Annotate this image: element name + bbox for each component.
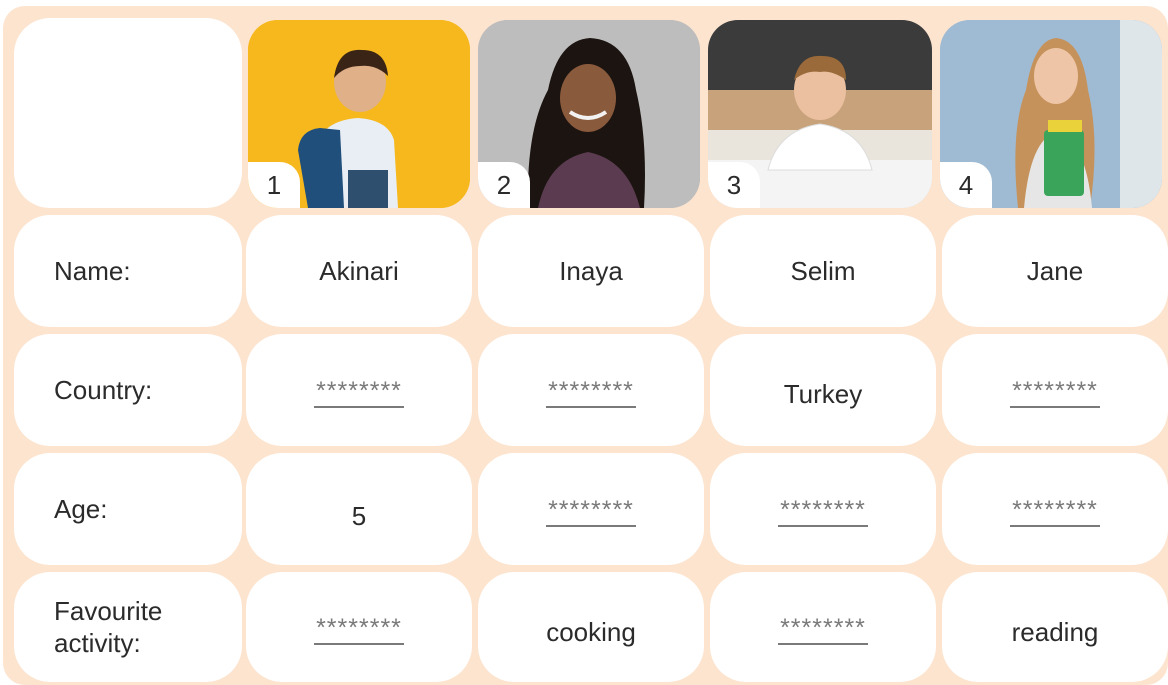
activity-cell-1[interactable]: ********: [246, 572, 472, 682]
row-label-age: Age:: [14, 453, 242, 565]
name-value-2: Inaya: [559, 255, 623, 286]
name-value-1: Akinari: [319, 255, 399, 286]
country-blank-4[interactable]: ********: [1010, 378, 1100, 409]
row-label-activity-text: Favourite activity:: [54, 595, 163, 659]
age-cell-1: 5: [246, 453, 472, 565]
name-cell-1: Akinari: [246, 215, 472, 327]
photo-card-1: 1: [248, 20, 470, 208]
name-cell-2: Inaya: [478, 215, 704, 327]
activity-value-4: reading: [1011, 616, 1099, 647]
age-blank-4[interactable]: ********: [1010, 497, 1100, 528]
country-cell-4[interactable]: ********: [942, 334, 1168, 446]
country-cell-2[interactable]: ********: [478, 334, 704, 446]
name-value-4: Jane: [1026, 255, 1084, 286]
activity-cell-2: cooking: [478, 572, 704, 682]
activity-blank-3[interactable]: ********: [778, 615, 868, 646]
country-cell-3: Turkey: [710, 334, 936, 446]
activity-value-2: cooking: [546, 616, 636, 647]
activity-blank-1[interactable]: ********: [314, 615, 404, 646]
photo-card-4: 4: [940, 20, 1162, 208]
age-cell-4[interactable]: ********: [942, 453, 1168, 565]
header-empty-cell: [14, 18, 242, 208]
age-cell-3[interactable]: ********: [710, 453, 936, 565]
photo-card-3: 3: [708, 20, 932, 208]
age-cell-2[interactable]: ********: [478, 453, 704, 565]
country-blank-1[interactable]: ********: [314, 378, 404, 409]
name-cell-4: Jane: [942, 215, 1168, 327]
photo-number-3: 3: [708, 162, 760, 208]
row-label-country: Country:: [14, 334, 242, 446]
photo-number-1: 1: [248, 162, 300, 208]
name-cell-3: Selim: [710, 215, 936, 327]
row-label-activity: Favourite activity:: [14, 572, 242, 682]
age-blank-3[interactable]: ********: [778, 497, 868, 528]
row-label-name: Name:: [14, 215, 242, 327]
activity-cell-3[interactable]: ********: [710, 572, 936, 682]
country-blank-2[interactable]: ********: [546, 378, 636, 409]
photo-card-2: 2: [478, 20, 700, 208]
photo-number-4: 4: [940, 162, 992, 208]
age-value-1: 5: [351, 500, 367, 531]
activity-cell-4: reading: [942, 572, 1168, 682]
name-value-3: Selim: [790, 255, 856, 286]
age-blank-2[interactable]: ********: [546, 497, 636, 528]
country-value-3: Turkey: [783, 378, 863, 409]
photo-number-2: 2: [478, 162, 530, 208]
country-cell-1[interactable]: ********: [246, 334, 472, 446]
